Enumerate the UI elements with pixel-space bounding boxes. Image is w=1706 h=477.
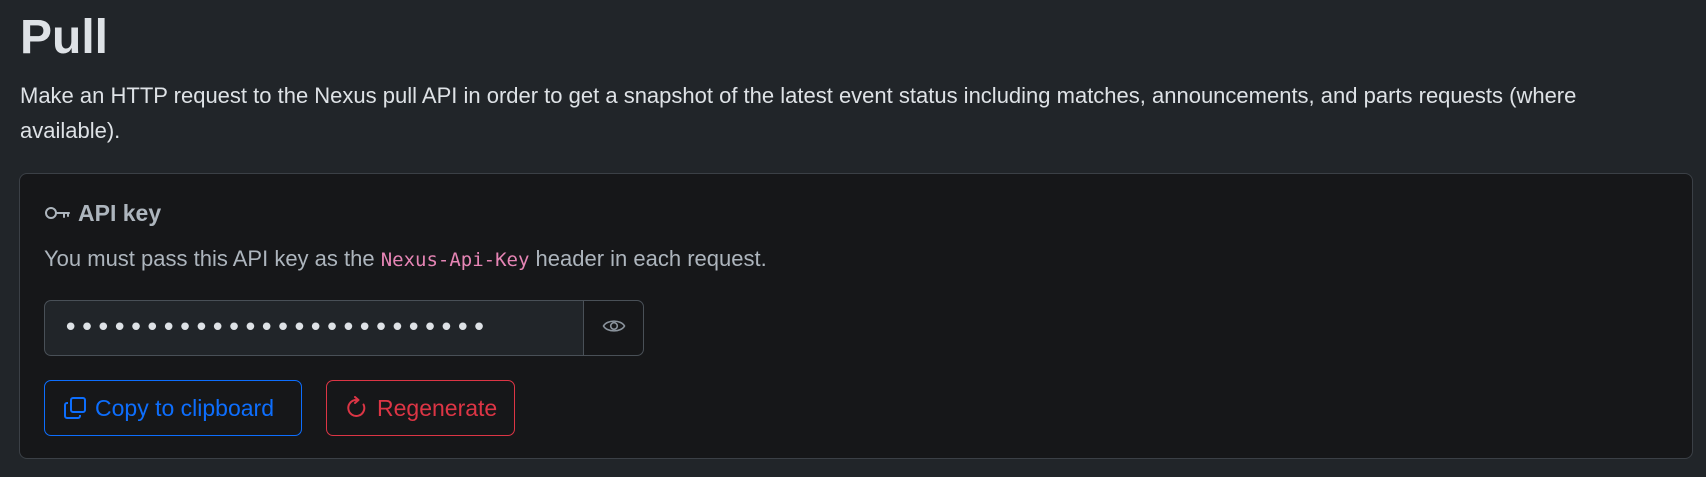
api-key-input-group xyxy=(44,300,644,356)
eye-icon xyxy=(602,317,626,340)
instructions-text-before: You must pass this API key as the xyxy=(44,246,381,271)
page-description: Make an HTTP request to the Nexus pull A… xyxy=(20,83,1577,143)
api-key-actions: Copy to clipboard Regenerate xyxy=(44,380,515,436)
key-icon xyxy=(44,203,72,223)
pull-page: Pull Make an HTTP request to the Nexus p… xyxy=(0,0,1706,477)
instructions-text-after: header in each request. xyxy=(529,246,767,271)
api-key-card-title: API key xyxy=(78,199,162,226)
api-key-card: API key You must pass this API key as th… xyxy=(19,173,1693,459)
regenerate-button[interactable]: Regenerate xyxy=(326,380,515,436)
regenerate-button-label: Regenerate xyxy=(377,394,498,421)
api-key-instructions: You must pass this API key as the Nexus-… xyxy=(44,244,1668,275)
page-title: Pull xyxy=(20,11,109,64)
refresh-icon xyxy=(345,396,369,420)
copy-to-clipboard-button[interactable]: Copy to clipboard xyxy=(44,380,302,436)
api-key-card-header: API key xyxy=(44,198,1668,228)
header-name-code: Nexus-Api-Key xyxy=(380,249,530,271)
copy-button-label: Copy to clipboard xyxy=(95,394,274,421)
show-key-button[interactable] xyxy=(583,300,644,356)
copy-icon xyxy=(63,396,87,420)
api-key-input[interactable] xyxy=(44,300,583,356)
